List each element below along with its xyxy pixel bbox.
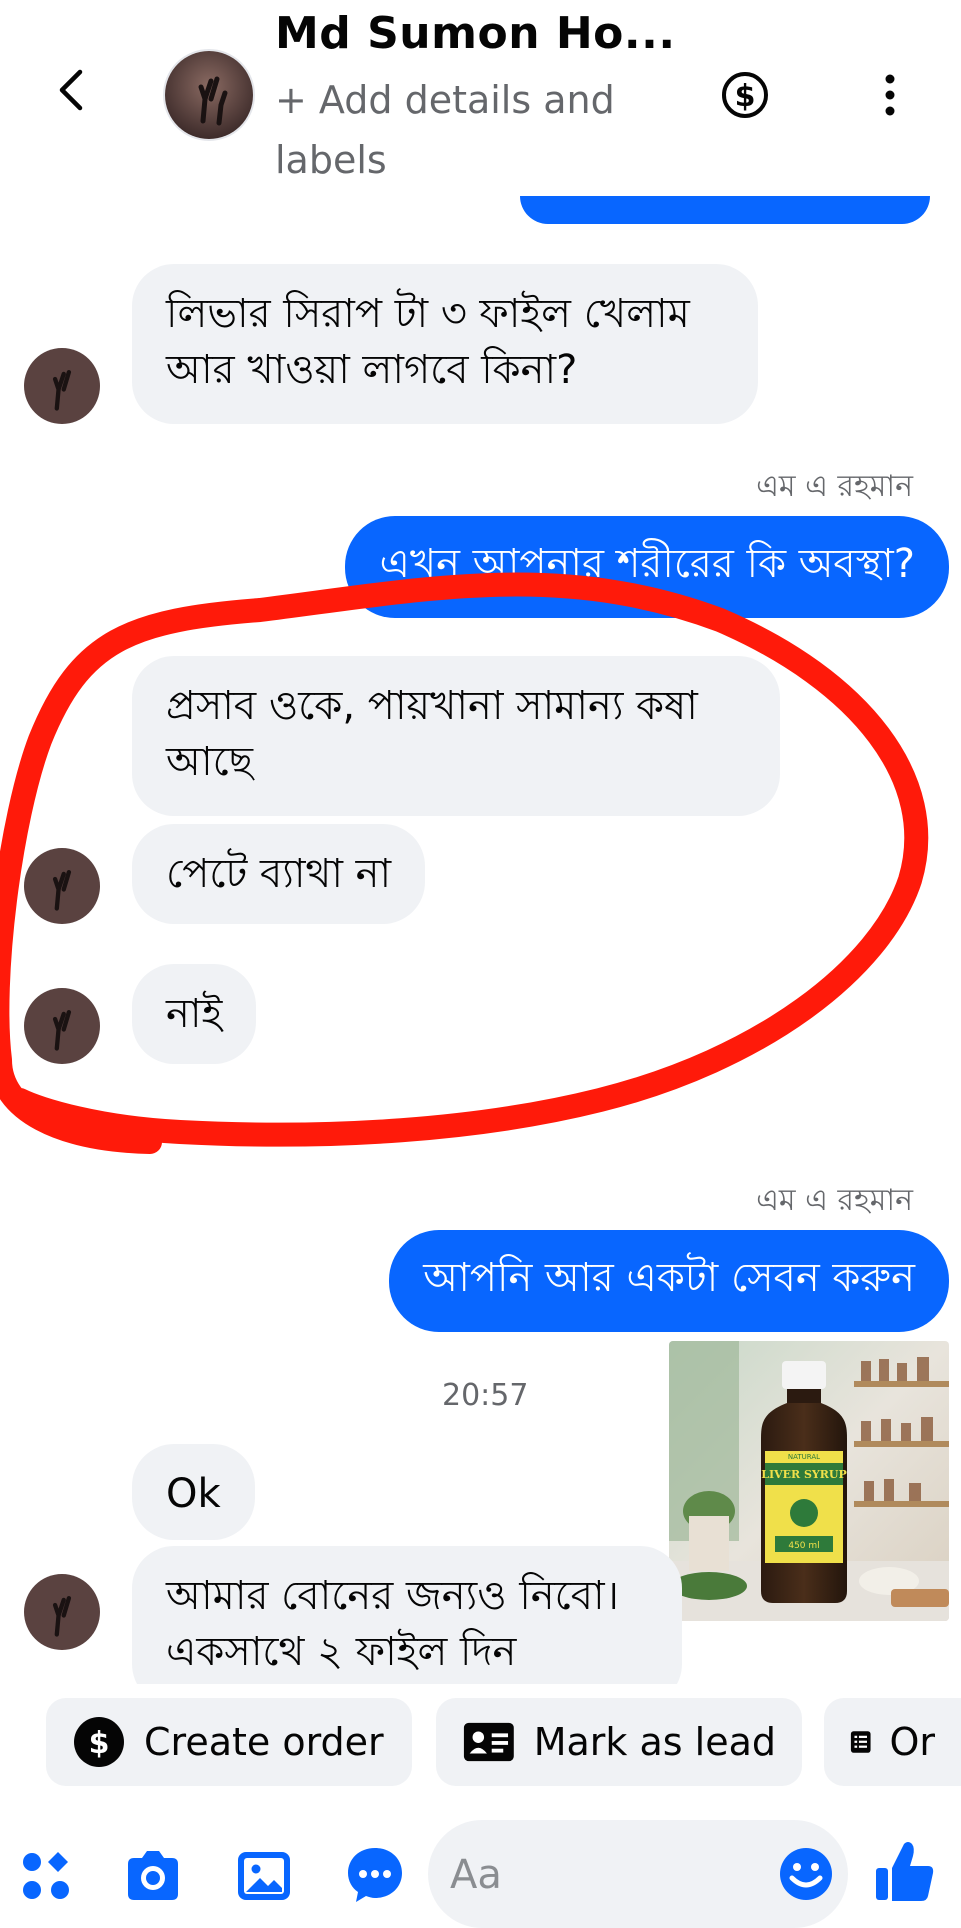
mark-as-lead-label: Mark as lead <box>533 1720 776 1764</box>
thumbs-up-icon <box>876 1842 934 1901</box>
product-image[interactable]: NATURAL LIVER SYRUP 450 ml <box>669 1341 949 1621</box>
orders-label: Or <box>889 1720 935 1764</box>
product-label-title: LIVER SYRUP <box>761 1468 847 1481</box>
outgoing-message[interactable]: আপনি আর একটা সেবন করুন <box>389 1230 949 1332</box>
document-list-icon <box>850 1731 871 1753</box>
camera-button[interactable] <box>122 1846 184 1906</box>
apps-button[interactable] <box>18 1848 74 1904</box>
svg-text:$: $ <box>89 1726 110 1761</box>
chat-bubble-icon <box>348 1848 402 1902</box>
create-order-label: Create order <box>144 1720 384 1764</box>
sender-avatar <box>24 1574 100 1650</box>
message-timestamp: 20:57 <box>442 1378 529 1413</box>
create-order-button[interactable]: $ Create order <box>46 1698 412 1786</box>
product-label-brand: NATURAL <box>788 1453 820 1461</box>
sender-name: এম এ রহমান <box>756 1183 913 1218</box>
contact-card-icon <box>463 1722 514 1762</box>
apps-grid-icon <box>23 1852 69 1899</box>
like-button[interactable] <box>874 1838 936 1904</box>
image-icon <box>238 1852 290 1900</box>
orders-button[interactable]: Or <box>824 1698 961 1786</box>
camera-icon <box>128 1851 178 1900</box>
product-label-volume: 450 ml <box>788 1541 819 1551</box>
emoji-button[interactable] <box>778 1846 834 1902</box>
message-composer[interactable] <box>428 1820 848 1928</box>
chat-extensions-button[interactable] <box>344 1844 406 1906</box>
incoming-message[interactable]: Ok <box>132 1444 255 1540</box>
last-message-clip: আমার বোনের জন্যও নিবো। একসাথে ২ ফাইল দিন <box>132 1546 682 1684</box>
message-input[interactable] <box>448 1844 772 1906</box>
emoji-icon <box>780 1848 832 1900</box>
mark-as-lead-button[interactable]: Mark as lead <box>436 1698 802 1786</box>
incoming-message[interactable]: আমার বোনের জন্যও নিবো। একসাথে ২ ফাইল দিন <box>132 1546 682 1684</box>
gallery-button[interactable] <box>234 1846 294 1906</box>
dollar-circle-icon: $ <box>74 1717 124 1767</box>
